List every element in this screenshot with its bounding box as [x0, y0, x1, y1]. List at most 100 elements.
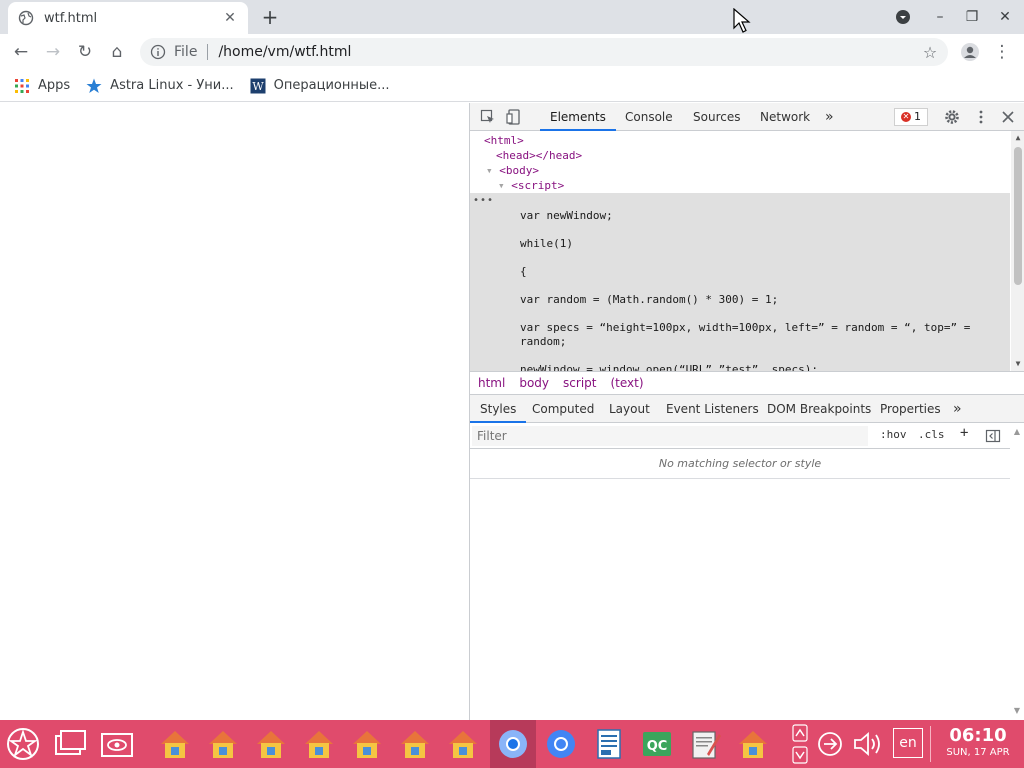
tab-close-button[interactable]: ✕: [222, 10, 238, 26]
bookmark-os[interactable]: W Операционные...: [250, 78, 390, 94]
dom-script-node[interactable]: ▾ <script>: [498, 178, 564, 193]
url-text[interactable]: /home/vm/wtf.html: [218, 44, 920, 60]
house-app-icon[interactable]: [397, 726, 433, 762]
styles-filter-row: :hov .cls +: [470, 423, 1010, 449]
new-style-rule-button[interactable]: +: [960, 425, 968, 441]
code-line: newWindow = window.open(“URL”,”test”, sp…: [520, 363, 819, 371]
toggle-sidebar-icon[interactable]: [985, 428, 1001, 444]
new-tab-button[interactable]: +: [258, 6, 282, 30]
profile-dropdown-icon[interactable]: [891, 6, 915, 28]
gear-icon[interactable]: [944, 109, 960, 125]
minimize-button[interactable]: –: [928, 6, 952, 28]
document-viewer-icon[interactable]: [591, 726, 627, 762]
chrome-icon[interactable]: [543, 726, 579, 762]
scroll-up-icon[interactable]: ▲: [1010, 427, 1024, 436]
dom-body-node[interactable]: ▾ <body>: [486, 163, 539, 178]
breadcrumb-text[interactable]: (text): [610, 376, 643, 390]
dom-head-node[interactable]: <head></head>: [496, 148, 582, 163]
reload-button[interactable]: ↻: [72, 39, 98, 65]
device-toolbar-icon[interactable]: [506, 109, 522, 125]
more-tabs-button[interactable]: »: [825, 103, 834, 131]
bookmark-astra[interactable]: Astra Linux - Уни...: [86, 78, 234, 94]
devtools-tabbar: Elements Console Sources Network » ✕ 1: [470, 103, 1024, 131]
keyboard-layout-indicator[interactable]: en: [893, 728, 923, 758]
bookmark-label: Astra Linux - Уни...: [110, 78, 234, 93]
kebab-menu-icon[interactable]: [973, 109, 989, 125]
elements-scrollbar[interactable]: ▲ ▼: [1011, 131, 1024, 371]
address-bar[interactable]: File /home/vm/wtf.html ☆: [140, 38, 948, 66]
expand-triangle-icon[interactable]: ▾: [486, 164, 493, 177]
info-icon[interactable]: [150, 44, 166, 60]
close-icon[interactable]: [1000, 109, 1016, 125]
inspect-element-icon[interactable]: [480, 109, 496, 125]
window-close-button[interactable]: ✕: [993, 6, 1017, 28]
tray-arrows-icon[interactable]: [792, 724, 808, 764]
dom-tag: <head></head>: [496, 149, 583, 162]
start-menu-icon[interactable]: [5, 726, 41, 762]
chromium-icon[interactable]: [495, 726, 531, 762]
code-line: random;: [520, 335, 567, 348]
code-line: while(1): [520, 237, 573, 250]
code-line: var specs = “height=100px, width=100px, …: [520, 321, 971, 334]
volume-icon[interactable]: [852, 731, 884, 757]
tab-dom-breakpoints[interactable]: DOM Breakpoints: [767, 395, 871, 423]
scroll-up-icon[interactable]: ▲: [1011, 133, 1024, 142]
home-button[interactable]: ⌂: [104, 39, 130, 65]
house-app-icon[interactable]: [445, 726, 481, 762]
browser-tab[interactable]: wtf.html ✕: [8, 2, 248, 34]
error-count-badge[interactable]: ✕ 1: [894, 108, 928, 126]
page-viewport[interactable]: [0, 103, 469, 720]
bookmark-star-icon[interactable]: ☆: [920, 43, 940, 62]
dom-html-node[interactable]: <html>: [484, 133, 524, 148]
breadcrumb-body[interactable]: body: [519, 376, 549, 390]
house-app-icon[interactable]: [349, 726, 385, 762]
clock-date: SUN, 17 APR: [946, 747, 1010, 758]
breadcrumb-html[interactable]: html: [478, 376, 505, 390]
clock[interactable]: 06:10 SUN, 17 APR: [936, 726, 1020, 760]
tab-network[interactable]: Network: [760, 103, 810, 131]
tab-properties[interactable]: Properties: [880, 395, 941, 423]
browser-menu-button[interactable]: ⋮: [989, 39, 1015, 65]
network-icon[interactable]: [816, 731, 844, 757]
styles-scrollbar[interactable]: ▲ ▼: [1010, 423, 1024, 720]
svg-text:QC: QC: [647, 739, 668, 754]
tab-sources[interactable]: Sources: [693, 103, 740, 131]
scroll-down-icon[interactable]: ▼: [1010, 706, 1024, 715]
bookmark-label: Apps: [38, 78, 71, 93]
back-button[interactable]: ←: [8, 39, 34, 65]
house-app-icon[interactable]: [735, 726, 771, 762]
dom-tag: <body>: [499, 164, 539, 177]
text-editor-icon[interactable]: [687, 726, 723, 762]
house-app-icon[interactable]: [301, 726, 337, 762]
scrollbar-thumb[interactable]: [1014, 147, 1022, 285]
tab-elements[interactable]: Elements: [540, 103, 616, 131]
dom-tag: <script>: [511, 179, 565, 192]
cls-button[interactable]: .cls: [918, 428, 945, 441]
tab-computed[interactable]: Computed: [532, 395, 594, 423]
eye-folder-icon[interactable]: [99, 726, 135, 762]
tab-console[interactable]: Console: [625, 103, 673, 131]
breadcrumb-script[interactable]: script: [563, 376, 596, 390]
forward-button[interactable]: →: [40, 39, 66, 65]
scroll-down-icon[interactable]: ▼: [1011, 359, 1024, 368]
devtools-panel: Elements Console Sources Network » ✕ 1 <…: [469, 103, 1024, 720]
house-app-icon[interactable]: [205, 726, 241, 762]
tab-layout[interactable]: Layout: [609, 395, 650, 423]
restore-button[interactable]: ❐: [960, 6, 984, 28]
ellipsis-icon[interactable]: •••: [473, 195, 494, 206]
desktop-switcher-icon[interactable]: [52, 726, 88, 762]
house-app-icon[interactable]: [157, 726, 193, 762]
hov-button[interactable]: :hov: [880, 428, 907, 441]
bookmark-apps[interactable]: Apps: [14, 78, 70, 94]
house-app-icon[interactable]: [253, 726, 289, 762]
more-subtabs-button[interactable]: »: [953, 395, 962, 423]
script-text-node[interactable]: ••• var newWindow; while(1) { var random…: [470, 193, 1010, 371]
tab-styles[interactable]: Styles: [470, 395, 527, 423]
tab-event-listeners[interactable]: Event Listeners: [666, 395, 759, 423]
qc-app-icon[interactable]: QC: [639, 726, 675, 762]
expand-triangle-icon[interactable]: ▾: [498, 179, 505, 192]
profile-avatar[interactable]: [957, 39, 983, 65]
styles-filter-input[interactable]: [472, 426, 868, 446]
styles-tabbar: Styles Computed Layout Event Listeners D…: [470, 395, 1024, 423]
tab-strip: wtf.html ✕ + – ❐ ✕: [0, 0, 1024, 34]
